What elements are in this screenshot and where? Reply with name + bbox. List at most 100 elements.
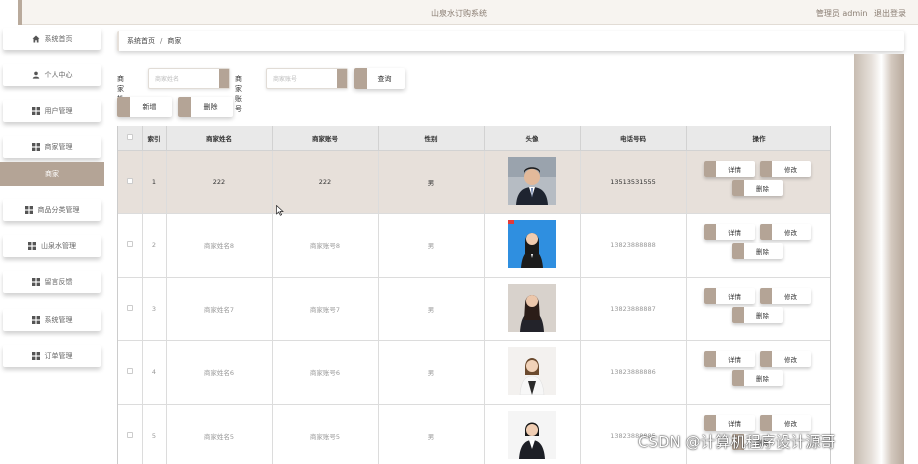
header-avatar: 头像 <box>484 126 581 151</box>
table-row[interactable]: 2 商家姓名8 商家账号8 男 13823888888 详情 修改 删除 <box>118 213 830 278</box>
header-user-area: 管理员 admin 退出登录 <box>812 8 906 19</box>
sidebar-item-label: 个人中心 <box>44 71 73 79</box>
button-accent <box>178 97 191 117</box>
merchant-account-input[interactable]: 商家账号 <box>266 68 348 89</box>
avatar[interactable] <box>508 410 556 459</box>
row-name: 商家姓名8 <box>166 213 273 278</box>
button-accent <box>760 287 772 304</box>
edit-button-label: 修改 <box>784 229 797 238</box>
row-account: 商家账号6 <box>272 340 379 405</box>
delete-button[interactable]: 删除 <box>732 243 783 260</box>
row-checkbox[interactable] <box>126 431 133 438</box>
row-account: 商家账号7 <box>272 277 379 341</box>
sidebar-item-water-mgmt[interactable]: 山泉水管理 <box>3 235 101 257</box>
row-actions: 详情 修改 删除 <box>686 340 830 405</box>
delete-button[interactable]: 删除 <box>732 179 783 196</box>
edit-button[interactable]: 修改 <box>760 414 811 431</box>
row-name: 商家姓名7 <box>166 277 273 341</box>
breadcrumb-separator: / <box>160 37 163 45</box>
row-phone: 13823888886 <box>580 340 687 405</box>
row-gender: 男 <box>378 277 485 341</box>
row-avatar-cell <box>484 404 581 464</box>
detail-button-label: 详情 <box>728 356 741 365</box>
batch-delete-button[interactable]: 删除 <box>178 97 233 117</box>
grid-icon <box>31 107 40 115</box>
sidebar-item-merchant-mgmt[interactable]: 商家管理 <box>3 136 101 158</box>
edit-button-label: 修改 <box>784 356 797 365</box>
grid-icon <box>31 278 40 286</box>
row-checkbox[interactable] <box>126 177 133 184</box>
sidebar-subitem-merchant[interactable]: 商家 <box>0 162 104 186</box>
delete-button-label: 删除 <box>756 375 769 384</box>
admin-label: 管理员 admin <box>815 9 868 18</box>
add-button-label: 新增 <box>142 103 157 111</box>
row-avatar-cell <box>484 213 581 278</box>
breadcrumb-home[interactable]: 系统首页 <box>127 36 155 46</box>
edit-button[interactable]: 修改 <box>760 224 811 241</box>
row-index: 4 <box>142 340 167 405</box>
button-accent <box>732 370 744 387</box>
header-phone: 电话号码 <box>580 126 687 151</box>
decorative-side-panel <box>854 54 904 464</box>
table-row[interactable]: 3 商家姓名7 商家账号7 男 13823888887 详情 修改 删除 <box>118 277 830 341</box>
edit-button[interactable]: 修改 <box>760 351 811 368</box>
delete-button[interactable]: 删除 <box>732 306 783 323</box>
button-accent <box>704 224 716 241</box>
grid-icon <box>31 143 40 151</box>
sidebar-item-home[interactable]: 系统首页 <box>3 28 101 50</box>
table-row[interactable]: 1 222 222 男 13513531555 详情 修改 删除 <box>118 150 830 214</box>
merchant-name-input[interactable]: 商家姓名 <box>148 68 230 89</box>
sidebar-item-order-mgmt[interactable]: 订单管理 <box>3 345 101 367</box>
header-actions: 操作 <box>686 126 830 151</box>
detail-button[interactable]: 详情 <box>704 414 755 431</box>
sidebar-item-system-mgmt[interactable]: 系统管理 <box>3 309 101 331</box>
breadcrumb: 系统首页 / 商家 <box>117 31 904 51</box>
header-select-all[interactable] <box>118 126 143 151</box>
button-accent <box>760 224 772 241</box>
row-name: 222 <box>166 150 273 214</box>
delete-button[interactable]: 删除 <box>732 370 783 387</box>
button-accent <box>732 306 744 323</box>
add-button[interactable]: 新增 <box>117 97 172 117</box>
select-all-checkbox[interactable] <box>126 133 133 140</box>
edit-button[interactable]: 修改 <box>760 160 811 177</box>
row-checkbox[interactable] <box>126 304 133 311</box>
row-index: 3 <box>142 277 167 341</box>
logout-link[interactable]: 退出登录 <box>874 9 906 18</box>
sidebar-item-users[interactable]: 用户管理 <box>3 100 101 122</box>
sidebar-item-label: 系统管理 <box>44 316 73 324</box>
row-select-cell <box>118 213 143 278</box>
avatar[interactable] <box>508 156 556 205</box>
edit-button[interactable]: 修改 <box>760 287 811 304</box>
detail-button[interactable]: 详情 <box>704 287 755 304</box>
avatar[interactable] <box>508 283 556 332</box>
detail-button[interactable]: 详情 <box>704 224 755 241</box>
detail-button-label: 详情 <box>728 292 741 301</box>
button-accent <box>704 414 716 431</box>
avatar[interactable] <box>508 220 556 269</box>
sidebar: 系统首页 个人中心 用户管理 商家管理 商家 商品分类管理 山泉水管理 留言反馈… <box>0 25 104 464</box>
sidebar-item-profile[interactable]: 个人中心 <box>3 64 101 86</box>
button-accent <box>704 287 716 304</box>
row-gender: 男 <box>378 404 485 464</box>
detail-button[interactable]: 详情 <box>704 351 755 368</box>
sidebar-item-category-mgmt[interactable]: 商品分类管理 <box>3 199 101 221</box>
sidebar-item-label: 用户管理 <box>44 107 73 115</box>
row-select-cell <box>118 277 143 341</box>
row-checkbox[interactable] <box>126 241 133 248</box>
grid-icon <box>28 242 36 250</box>
sidebar-item-feedback[interactable]: 留言反馈 <box>3 271 101 293</box>
query-button[interactable]: 查询 <box>354 68 405 89</box>
sidebar-item-label: 商家 <box>45 170 59 178</box>
button-accent <box>354 68 367 89</box>
header-name: 商家姓名 <box>166 126 273 151</box>
avatar[interactable] <box>508 347 556 396</box>
breadcrumb-current: 商家 <box>167 37 182 45</box>
button-accent <box>704 351 716 368</box>
detail-button[interactable]: 详情 <box>704 160 755 177</box>
row-select-cell <box>118 150 143 214</box>
table-row[interactable]: 4 商家姓名6 商家账号6 男 13823888886 详情 修改 删除 <box>118 340 830 405</box>
row-name: 商家姓名6 <box>166 340 273 405</box>
detail-button-label: 详情 <box>728 229 741 238</box>
row-checkbox[interactable] <box>126 368 133 375</box>
